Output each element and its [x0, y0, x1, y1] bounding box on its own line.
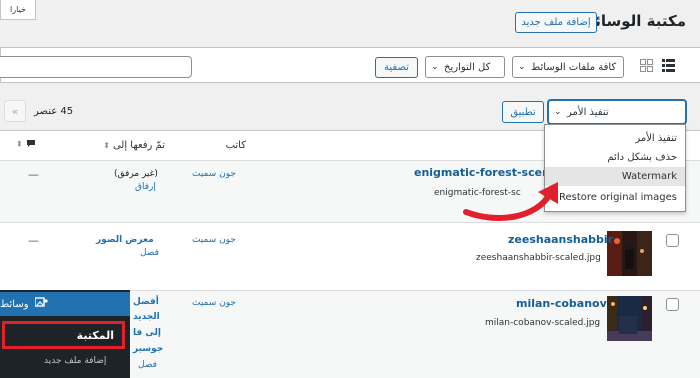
- row-title[interactable]: milan-cobanov: [516, 297, 607, 310]
- row-comments: —: [28, 168, 39, 181]
- library-label: المكتبة: [76, 328, 114, 342]
- row-comments: —: [28, 234, 39, 247]
- dates-value: كل التواريخ: [444, 61, 491, 73]
- row-uploaded-to-line[interactable]: أفضل: [133, 297, 159, 307]
- chevron-down-icon: ⌄: [431, 62, 439, 72]
- detach-link[interactable]: فصل: [140, 248, 159, 258]
- admin-menu-add-new[interactable]: إضافة ملف جديد: [44, 356, 106, 366]
- row-thumbnail[interactable]: [607, 231, 652, 276]
- row-filename: zeeshaanshabbir-scaled.jpg: [476, 253, 601, 263]
- first-page-button[interactable]: «: [4, 100, 26, 122]
- column-author[interactable]: كاتب: [216, 130, 246, 160]
- screen-options-label: خيارا: [10, 5, 26, 14]
- row-uploaded-to[interactable]: معرض الصور: [96, 235, 154, 245]
- media-icon: [33, 296, 48, 312]
- row-thumbnail[interactable]: [607, 296, 652, 341]
- add-new-button[interactable]: إضافة ملف جديد: [515, 12, 597, 33]
- bulk-action-select[interactable]: ⌄ تنفيذ الأمر: [548, 100, 686, 124]
- item-count: 45 عنصر: [34, 106, 74, 117]
- row-uploaded-to-line[interactable]: جوسير: [133, 344, 163, 354]
- chevron-down-icon: ⌄: [518, 62, 526, 72]
- apply-button[interactable]: تطبيق: [502, 101, 544, 123]
- media-type-value: كافة ملفات الوسائط: [531, 61, 617, 73]
- uploaded-to-label: تمّ رفعها إلى: [112, 139, 165, 151]
- attach-link[interactable]: إرفاق: [135, 182, 156, 192]
- bulk-action-value: تنفيذ الأمر: [567, 106, 609, 118]
- annotation-arrow-icon: [458, 176, 568, 226]
- row-title[interactable]: zeeshaanshabbir: [508, 233, 613, 246]
- comment-icon[interactable]: ⬍: [16, 139, 36, 151]
- row-author[interactable]: جون سميث: [192, 235, 236, 245]
- dates-select[interactable]: ⌄ كل التواريخ: [425, 56, 505, 78]
- row-uploaded-to: (غير مرفق): [114, 169, 158, 179]
- list-view-icon[interactable]: [662, 59, 675, 72]
- chevron-down-icon: ⌄: [554, 107, 562, 117]
- column-uploaded-to[interactable]: تمّ رفعها إلى ⬍: [95, 130, 165, 160]
- screen-options-tab[interactable]: خيارا: [0, 0, 36, 20]
- row-uploaded-to-line[interactable]: إلى فا: [133, 328, 161, 338]
- media-menu-label: وسائط: [0, 298, 29, 310]
- bulk-option[interactable]: حذف بشكل دائم: [545, 148, 685, 167]
- admin-menu-library[interactable]: المكتبة: [2, 321, 125, 349]
- sort-arrows-icon: ⬍: [103, 140, 110, 150]
- row-checkbox[interactable]: [666, 234, 679, 247]
- row-author[interactable]: جون سميث: [192, 298, 236, 308]
- row-author[interactable]: جون سميث: [192, 169, 236, 179]
- media-type-select[interactable]: ⌄ كافة ملفات الوسائط: [512, 56, 624, 78]
- search-input[interactable]: [0, 56, 192, 78]
- first-page-label: «: [11, 104, 19, 118]
- row-checkbox[interactable]: [666, 298, 679, 311]
- filter-button[interactable]: تصفية: [375, 57, 418, 78]
- grid-view-icon[interactable]: [640, 59, 653, 72]
- detach-link[interactable]: فصل: [138, 360, 157, 370]
- row-uploaded-to-line[interactable]: الجديد: [133, 312, 160, 322]
- row-filename: milan-cobanov-scaled.jpg: [485, 318, 601, 328]
- sort-arrows-icon: ⬍: [16, 139, 23, 149]
- bulk-option[interactable]: تنفيذ الأمر: [545, 129, 685, 148]
- admin-menu-media-header[interactable]: وسائط: [0, 292, 130, 316]
